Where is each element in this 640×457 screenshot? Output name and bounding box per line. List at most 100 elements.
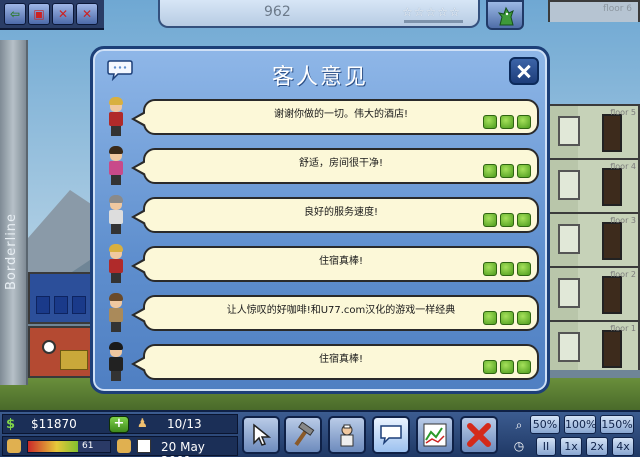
thumbs-up-icon [517, 360, 531, 374]
avatar-hair [109, 293, 123, 301]
hotel-room[interactable]: floor 2 [548, 266, 640, 320]
pause-button[interactable]: II [536, 437, 556, 456]
hotel-floors: floor 6 floor 5 floor 4 floor 3 floor 2 … [548, 0, 640, 370]
review-item: 谢谢你做的一切。伟大的酒店! [103, 97, 539, 139]
rating [483, 311, 531, 325]
staff-tool-button[interactable] [328, 416, 366, 454]
reviews-tool-button[interactable] [372, 416, 410, 454]
review-text: 谢谢你做的一切。伟大的酒店! [273, 109, 408, 120]
guest-count: 10/13 [167, 417, 202, 431]
clock-icon [42, 340, 56, 354]
cross-icon [467, 423, 491, 447]
door [602, 330, 622, 368]
thumbs-up-icon [500, 115, 514, 129]
review-item: 舒适，房间很干净! [103, 146, 539, 188]
star-icon: ☆ [437, 5, 449, 19]
lobby-room[interactable] [28, 272, 98, 324]
avatar-hair [109, 97, 123, 105]
thumbs-up-icon [500, 360, 514, 374]
satisfaction-panel: 61 20 May 2001 [2, 436, 238, 457]
guest-avatar[interactable] [105, 342, 127, 382]
satisfaction-bar: 61 [27, 440, 111, 453]
exit-button[interactable]: ⇦ [4, 3, 26, 25]
review-text: 住宿真棒! [318, 256, 363, 267]
thumbs-up-icon [517, 262, 531, 276]
avatar-body [109, 161, 123, 175]
chart-icon [423, 423, 447, 447]
music-off-icon: ✕ [81, 7, 93, 21]
guest-avatar[interactable] [105, 146, 127, 186]
demolish-tool-button[interactable] [460, 416, 498, 454]
star-icon: ☆ [413, 5, 425, 19]
system-toolbar: ⇦ ▣ ✕ ✕ [0, 0, 104, 30]
avatar-legs [111, 371, 121, 381]
review-bubble: 谢谢你做的一切。伟大的酒店! [131, 99, 539, 135]
build-tool-button[interactable] [284, 416, 322, 454]
exit-icon: ⇦ [9, 7, 21, 21]
floor-tag: floor 4 [610, 162, 636, 171]
add-money-button[interactable]: + [109, 416, 129, 433]
avatar-body [109, 112, 123, 126]
door [602, 168, 622, 206]
current-date: 20 May 2001 [161, 440, 205, 457]
guest-icon: ♟ [137, 416, 148, 430]
hotel-room[interactable]: floor 5 [548, 104, 640, 158]
avatar-hair [109, 342, 123, 350]
speed-1x-button[interactable]: 1x [560, 437, 582, 456]
review-text: 良好的服务速度! [303, 207, 378, 218]
satisfaction-value: 61 [82, 441, 94, 451]
zoom-100-button[interactable]: 100% [564, 415, 596, 434]
speed-4x-button[interactable]: 4x [612, 437, 634, 456]
rating [483, 213, 531, 227]
sofa [60, 350, 88, 370]
save-icon: ▣ [33, 7, 45, 21]
star-icon: ☆ [402, 5, 413, 19]
thumbs-up-icon [500, 213, 514, 227]
review-text: 住宿真棒! [318, 354, 363, 365]
hotel-room[interactable]: floor 1 [548, 320, 640, 370]
review-bubble: 让人惊叹的好咖啡!和U77.com汉化的游戏一样经典 [131, 295, 539, 331]
seat [36, 296, 50, 314]
avatar-hair [109, 195, 123, 203]
guest-avatar[interactable] [105, 244, 127, 284]
cursor-tool-button[interactable] [242, 416, 280, 454]
thumbs-up-icon [483, 311, 497, 325]
thumbs-up-icon [500, 164, 514, 178]
avatar-legs [111, 224, 121, 234]
review-bubble: 住宿真棒! [131, 344, 539, 380]
save-button[interactable]: ▣ [28, 3, 50, 25]
thumbs-up-icon [500, 311, 514, 325]
review-bubble: 良好的服务速度! [131, 197, 539, 233]
close-button[interactable] [509, 57, 539, 85]
speed-2x-button[interactable]: 2x [586, 437, 608, 456]
hotel-room[interactable]: floor 4 [548, 158, 640, 212]
lounge-room[interactable] [28, 326, 98, 378]
hammer-icon [294, 422, 315, 446]
sound-button[interactable]: ✕ [52, 3, 74, 25]
zoom-50-button[interactable]: 50% [530, 415, 560, 434]
thumbs-down-icon [7, 439, 21, 453]
rating [483, 115, 531, 129]
guest-avatar[interactable] [105, 293, 127, 333]
window [558, 224, 580, 254]
review-item: 住宿真棒! [103, 342, 539, 384]
avatar-legs [111, 175, 121, 185]
window [558, 170, 580, 200]
zoom-150-button[interactable]: 150% [600, 415, 634, 434]
thumbs-up-icon [517, 311, 531, 325]
calendar-icon [137, 439, 151, 453]
floor-tag: floor 1 [610, 324, 636, 333]
mascot-button[interactable] [486, 0, 524, 30]
hotel-room[interactable]: floor 3 [548, 212, 640, 266]
rating [483, 360, 531, 374]
stats-tool-button[interactable] [416, 416, 454, 454]
sound-off-icon: ✕ [57, 7, 69, 21]
avatar-body [109, 308, 123, 322]
music-button[interactable]: ✕ [76, 3, 98, 25]
rating [483, 164, 531, 178]
guest-avatar[interactable] [105, 195, 127, 235]
review-item: 良好的服务速度! [103, 195, 539, 237]
guest-avatar[interactable] [105, 97, 127, 137]
speech-bubble-icon [380, 425, 402, 446]
avatar-body [109, 357, 123, 371]
